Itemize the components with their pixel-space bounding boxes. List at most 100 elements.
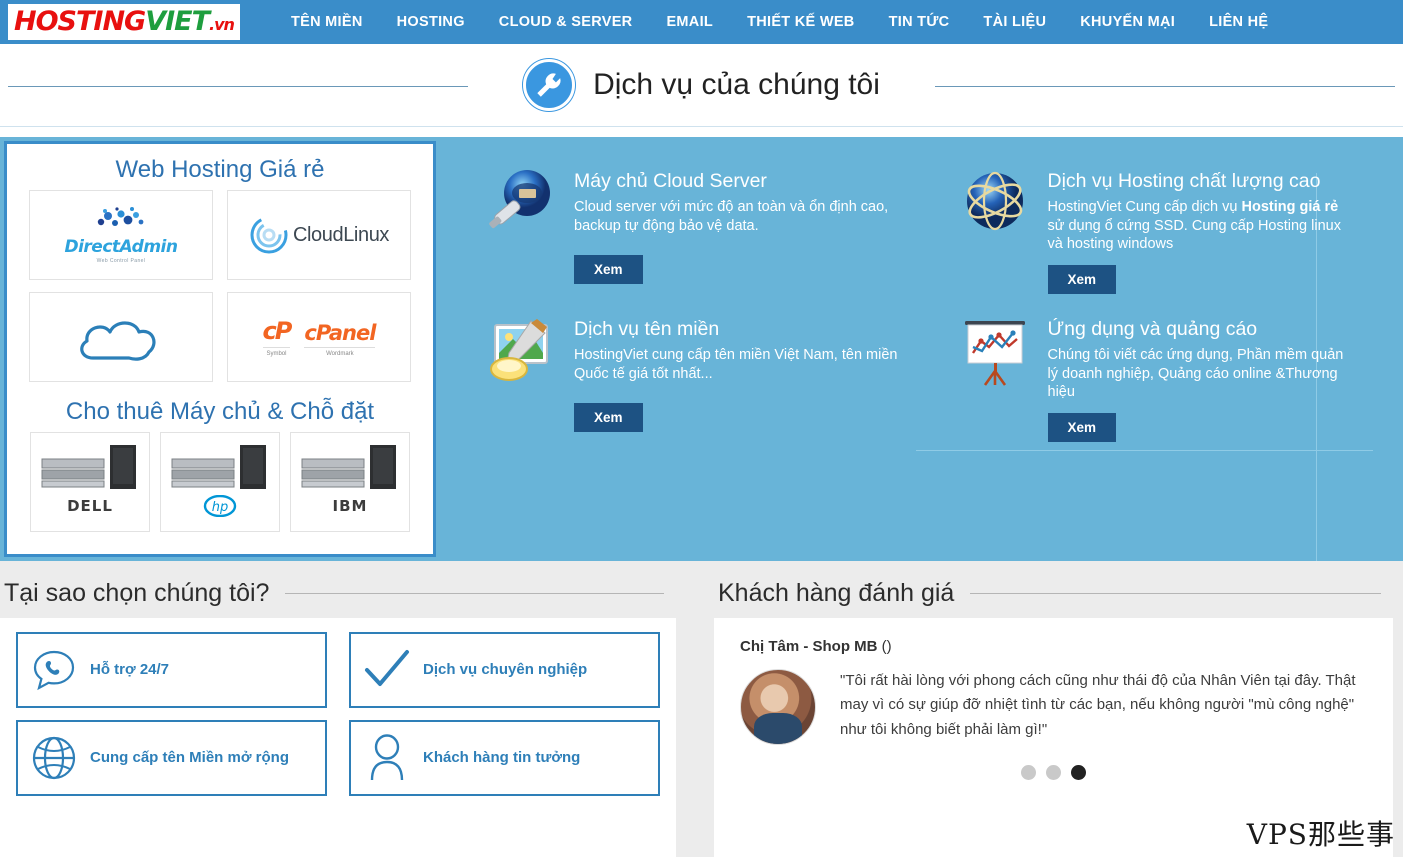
cpanel-symbol-caption: Symbol <box>262 347 291 357</box>
nav-item-thiet-ke-web[interactable]: THIẾT KẾ WEB <box>730 14 872 30</box>
wrench-icon <box>523 59 576 111</box>
site-logo[interactable]: HOSTING VIET .vn <box>8 4 240 40</box>
nav-item-cloud-server[interactable]: CLOUD & SERVER <box>482 14 650 30</box>
svg-text:hp: hp <box>212 500 229 515</box>
server-rack-icon <box>41 445 136 489</box>
feature-domain-extensions[interactable]: Cung cấp tên Miền mở rộng <box>16 720 327 796</box>
service-card-cloud-server: Máy chủ Cloud Server Cloud server với mứ… <box>482 159 928 307</box>
image-paint-icon <box>482 313 560 391</box>
services-grid: Máy chủ Cloud Server Cloud server với mứ… <box>482 159 1373 452</box>
why-us-title: Tại sao chọn chúng tôi? <box>4 579 270 607</box>
presentation-chart-icon <box>956 313 1034 391</box>
left-panel-heading-hosting: Web Hosting Giá rẻ <box>115 156 325 183</box>
feature-label: Khách hàng tin tưởng <box>423 749 581 766</box>
why-us-column: Tại sao chọn chúng tôi? Hỗ trợ 24/7 Dịch… <box>0 579 700 857</box>
brand-cloud[interactable] <box>29 292 213 382</box>
directadmin-name: DirectAdmin <box>64 237 178 257</box>
checkmark-icon <box>361 644 413 696</box>
bottom-section: Tại sao chọn chúng tôi? Hỗ trợ 24/7 Dịch… <box>0 561 1403 857</box>
ibm-label: IBM <box>332 497 368 515</box>
cpanel-wordmark: cPanel <box>304 321 376 345</box>
service-description: HostingViet Cung cấp dịch vụ Hosting giá… <box>1047 199 1341 252</box>
directadmin-tagline: Web Control Panel <box>96 258 146 264</box>
panel-logo-grid: cP Symbol cPanel Wordmark <box>25 292 415 394</box>
cpanel-symbol: cP <box>262 317 293 345</box>
cloudlinux-name: CloudLinux <box>292 223 390 246</box>
testimonial-quote: "Tôi rất hài lòng với phong cách cũng nh… <box>840 672 1356 738</box>
server-brand-grid: DELL hp IBM <box>25 432 415 532</box>
services-band: Web Hosting Giá rẻ DirectAdmin Web Contr… <box>0 137 1403 597</box>
header-divider <box>0 126 1403 127</box>
left-showcase-panel: Web Hosting Giá rẻ DirectAdmin Web Contr… <box>4 141 436 557</box>
services-grid-container: Máy chủ Cloud Server Cloud server với mứ… <box>436 137 1403 597</box>
feature-label: Dịch vụ chuyên nghiệp <box>423 661 588 678</box>
brand-directadmin[interactable]: DirectAdmin Web Control Panel <box>29 190 213 280</box>
feature-professional-service[interactable]: Dịch vụ chuyên nghiệp <box>349 632 660 708</box>
service-description-bold: Hosting giá rẻ <box>1241 199 1339 216</box>
feature-trusted-customers[interactable]: Khách hàng tin tưởng <box>349 720 660 796</box>
logo-text-vn: .vn <box>209 15 235 34</box>
cloud-icon <box>80 321 156 361</box>
nav-item-khuyen-mai[interactable]: KHUYẾN MẠI <box>1063 14 1192 30</box>
phone-bubble-icon <box>28 644 80 696</box>
service-title: Ứng dụng và quảng cáo <box>1047 318 1258 340</box>
view-button-hosting[interactable]: Xem <box>1047 264 1117 294</box>
avatar <box>740 669 816 745</box>
carousel-dot-2[interactable] <box>1046 765 1061 780</box>
service-card-hosting: Dịch vụ Hosting chất lượng cao HostingVi… <box>928 159 1374 307</box>
testimonial-author: Chị Tâm - Shop MB () <box>740 638 892 655</box>
cloud-server-icon <box>482 165 560 243</box>
left-panel-heading-server: Cho thuê Máy chủ & Chỗ đặt <box>65 398 375 425</box>
why-us-header: Tại sao chọn chúng tôi? <box>0 579 686 618</box>
page-title: Dịch vụ của chúng tôi <box>593 68 880 101</box>
service-title: Máy chủ Cloud Server <box>574 170 767 192</box>
nav-item-tin-tuc[interactable]: TIN TỨC <box>872 14 967 30</box>
logo-text-hosting: HOSTING <box>14 6 146 37</box>
top-navigation-bar: HOSTING VIET .vn TÊN MIỀN HOSTING CLOUD & … <box>0 0 1403 44</box>
testimonials-header: Khách hàng đánh giá <box>714 579 1403 618</box>
feature-support-247[interactable]: Hỗ trợ 24/7 <box>16 632 327 708</box>
server-rack-icon <box>301 445 396 489</box>
brand-cpanel[interactable]: cP Symbol cPanel Wordmark <box>227 292 411 382</box>
testimonials-title: Khách hàng đánh giá <box>718 579 955 607</box>
feature-label: Cung cấp tên Miền mở rộng <box>90 749 289 766</box>
globe-network-icon <box>956 165 1034 243</box>
service-title: Dịch vụ tên miền <box>574 318 720 340</box>
server-rack-icon <box>171 445 266 489</box>
why-us-card: Hỗ trợ 24/7 Dịch vụ chuyên nghiệp Cung c… <box>0 618 676 857</box>
feature-label: Hỗ trợ 24/7 <box>90 661 170 678</box>
view-button-apps-ads[interactable]: Xem <box>1047 412 1117 442</box>
cpanel-wordmark-caption: Wordmark <box>304 347 376 357</box>
watermark: VPS那些事 <box>1246 818 1395 851</box>
feature-grid: Hỗ trợ 24/7 Dịch vụ chuyên nghiệp Cung c… <box>16 632 660 796</box>
directadmin-dots-icon <box>97 207 144 226</box>
nav-item-hosting[interactable]: HOSTING <box>380 14 482 30</box>
server-brand-ibm[interactable]: IBM <box>290 432 410 532</box>
nav-item-tai-lieu[interactable]: TÀI LIỆU <box>966 14 1063 30</box>
nav-items: TÊN MIỀN HOSTING CLOUD & SERVER EMAIL TH… <box>274 14 1285 30</box>
page-title-section: Dịch vụ của chúng tôi <box>0 44 1403 126</box>
why-us-rule <box>285 593 664 594</box>
user-icon <box>361 732 413 784</box>
service-description: HostingViet cung cấp tên miền Việt Nam, … <box>574 347 898 382</box>
logo-text-viet: VIET <box>145 6 210 37</box>
carousel-dot-1[interactable] <box>1021 765 1036 780</box>
service-title: Dịch vụ Hosting chất lượng cao <box>1047 170 1321 192</box>
carousel-dot-3[interactable] <box>1071 765 1086 780</box>
title-rule-left <box>8 86 468 87</box>
view-button-domain[interactable]: Xem <box>574 403 643 432</box>
view-button-cloud-server[interactable]: Xem <box>574 255 643 284</box>
hp-logo-icon: hp <box>203 495 237 517</box>
server-brand-hp[interactable]: hp <box>160 432 280 532</box>
brand-cloudlinux[interactable]: CloudLinux <box>227 190 411 280</box>
nav-item-lien-he[interactable]: LIÊN HỆ <box>1192 14 1285 30</box>
service-description: Cloud server với mức độ an toàn và ổn đị… <box>574 199 889 234</box>
service-card-domain: Dịch vụ tên miền HostingViet cung cấp tê… <box>482 307 928 452</box>
hosting-logo-grid: DirectAdmin Web Control Panel CloudLinux <box>25 190 415 292</box>
nav-item-email[interactable]: EMAIL <box>649 14 730 30</box>
cloudlinux-swirl-icon <box>250 216 288 254</box>
service-card-apps-ads: Ứng dụng và quảng cáo Chúng tôi viết các… <box>928 307 1374 452</box>
nav-item-ten-mien[interactable]: TÊN MIỀN <box>274 14 380 30</box>
dell-label: DELL <box>67 497 113 515</box>
server-brand-dell[interactable]: DELL <box>30 432 150 532</box>
